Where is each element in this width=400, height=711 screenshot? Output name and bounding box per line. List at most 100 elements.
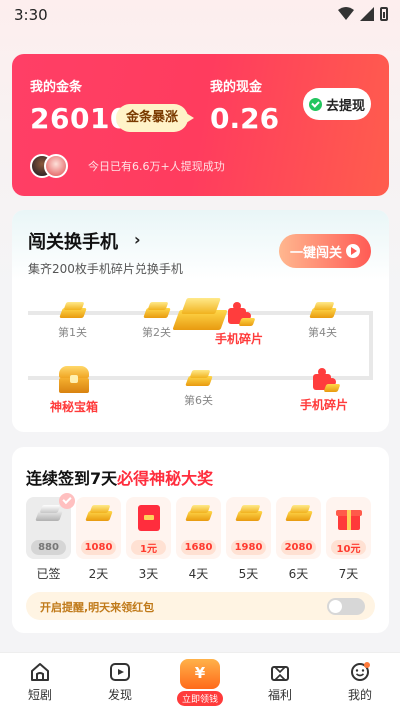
wallet-card: 我的金条 26010 金条暴涨 我的现金 0.26 去提现 今日已有6.6万+人… bbox=[12, 54, 389, 196]
gold-bar-icon bbox=[58, 302, 87, 320]
stage-4[interactable]: 第4关 bbox=[308, 302, 337, 340]
red-packet-icon bbox=[137, 505, 160, 531]
tab-welfare[interactable]: 福利 bbox=[240, 653, 320, 711]
gift-box-icon bbox=[335, 505, 362, 531]
gold-bar-icon bbox=[284, 505, 313, 523]
reminder-bar: 开启提醒,明天来领红包 bbox=[26, 592, 375, 620]
checkin-title-prefix: 连续签到7天 bbox=[26, 469, 118, 488]
status-bar: 3:30 bbox=[0, 0, 400, 30]
checkin-title-highlight: 必得神秘大奖 bbox=[117, 469, 214, 488]
reminder-toggle[interactable] bbox=[327, 598, 365, 615]
tab-label: 福利 bbox=[267, 688, 292, 702]
stage-7[interactable]: 手机碎片 bbox=[300, 368, 348, 413]
silver-bar-icon bbox=[34, 505, 63, 523]
withdraw-label: 去提现 bbox=[325, 98, 365, 114]
progress-track bbox=[369, 311, 373, 379]
checked-icon bbox=[59, 493, 75, 509]
reminder-text: 开启提醒,明天来领红包 bbox=[40, 601, 155, 614]
stage-label: 第6关 bbox=[184, 394, 213, 407]
day-label: 2天 bbox=[88, 567, 109, 581]
gift-box-icon bbox=[271, 666, 289, 681]
tab-label: 短剧 bbox=[27, 688, 52, 702]
stage-label: 神秘宝箱 bbox=[50, 400, 99, 414]
bottom-tab-bar: 短剧 发现 立即领钱 福利 我的 bbox=[0, 652, 400, 711]
gold-bar-icon bbox=[84, 505, 113, 523]
stage-label: 第4关 bbox=[308, 326, 337, 339]
checkin-day-5[interactable]: 1980 5天 bbox=[226, 497, 271, 582]
gold-surge-badge[interactable]: 金条暴涨 bbox=[116, 104, 195, 132]
checkin-day-6[interactable]: 2080 6天 bbox=[276, 497, 321, 582]
smile-icon bbox=[351, 662, 370, 681]
checkin-day-7[interactable]: 10元 7天 bbox=[326, 497, 371, 582]
stage-label: 第1关 bbox=[58, 326, 87, 339]
day-label: 已签 bbox=[36, 567, 61, 581]
status-time: 3:30 bbox=[14, 6, 48, 24]
challenge-card: 闯关换手机 › 集齐200枚手机碎片兑换手机 一键闯关 第1关 第2关 手机碎片… bbox=[12, 210, 389, 432]
gold-bar-icon bbox=[308, 302, 337, 320]
checkin-day-2[interactable]: 1080 2天 bbox=[76, 497, 121, 582]
avatar-group bbox=[30, 154, 80, 178]
checkin-card: 连续签到7天必得神秘大奖 880 已签 1080 2天 1元 3天 1680 4… bbox=[12, 447, 389, 633]
stage-2[interactable]: 第2关 bbox=[142, 302, 171, 340]
gold-bar-icon bbox=[184, 370, 213, 388]
stage-label: 手机碎片 bbox=[215, 332, 264, 346]
reward-amount: 880 bbox=[31, 540, 66, 555]
cash-label: 我的现金 bbox=[210, 80, 263, 95]
stage-label: 手机碎片 bbox=[300, 398, 349, 412]
stage-3[interactable]: 手机碎片 bbox=[215, 302, 263, 347]
day-label: 5天 bbox=[238, 567, 259, 581]
chevron-right-icon[interactable]: › bbox=[134, 230, 141, 249]
challenge-title[interactable]: 闯关换手机 bbox=[28, 228, 118, 254]
tab-label: 我的 bbox=[347, 688, 372, 702]
play-square-icon bbox=[110, 663, 130, 681]
stage-6[interactable]: 第6关 bbox=[184, 370, 213, 408]
coin-icon bbox=[180, 659, 220, 689]
avatar bbox=[44, 154, 68, 178]
stage-5[interactable]: 神秘宝箱 bbox=[50, 366, 98, 415]
play-icon bbox=[346, 244, 360, 258]
reward-amount: 1080 bbox=[81, 540, 116, 555]
reward-amount: 1元 bbox=[131, 540, 166, 555]
gold-value: 26010 bbox=[30, 102, 130, 135]
treasure-chest-icon bbox=[57, 366, 91, 394]
tab-short-drama[interactable]: 短剧 bbox=[0, 653, 80, 711]
reward-amount: 1980 bbox=[231, 540, 266, 555]
signal-icon bbox=[360, 7, 374, 21]
puzzle-piece-icon bbox=[311, 368, 341, 392]
checkin-day-3[interactable]: 1元 3天 bbox=[126, 497, 171, 582]
gold-label: 我的金条 bbox=[30, 80, 83, 95]
stage-label: 第2关 bbox=[142, 326, 171, 339]
tab-get-money[interactable]: 立即领钱 bbox=[160, 653, 240, 711]
wechat-check-icon bbox=[308, 97, 322, 111]
checkin-day-4[interactable]: 1680 4天 bbox=[176, 497, 221, 582]
reward-amount: 10元 bbox=[331, 540, 366, 555]
stage-1[interactable]: 第1关 bbox=[58, 302, 87, 340]
gold-bar-icon bbox=[142, 302, 171, 320]
day-label: 3天 bbox=[138, 567, 159, 581]
checkin-days: 880 已签 1080 2天 1元 3天 1680 4天 1980 5天 208… bbox=[26, 493, 371, 582]
wifi-icon bbox=[338, 7, 354, 20]
checkin-title: 连续签到7天必得神秘大奖 bbox=[26, 465, 213, 489]
tab-discover[interactable]: 发现 bbox=[80, 653, 160, 711]
home-icon bbox=[31, 663, 49, 681]
day-label: 4天 bbox=[188, 567, 209, 581]
reward-amount: 2080 bbox=[281, 540, 316, 555]
cash-value: 0.26 bbox=[210, 102, 280, 135]
one-key-label: 一键闯关 bbox=[289, 245, 342, 261]
tab-label: 发现 bbox=[107, 688, 132, 702]
puzzle-piece-icon bbox=[226, 302, 256, 326]
tab-me[interactable]: 我的 bbox=[320, 653, 400, 711]
checkin-day-1[interactable]: 880 已签 bbox=[26, 493, 75, 582]
day-label: 7天 bbox=[338, 567, 359, 581]
withdraw-button[interactable]: 去提现 bbox=[303, 88, 371, 120]
status-icons bbox=[338, 7, 388, 21]
day-label: 6天 bbox=[288, 567, 309, 581]
one-key-challenge-button[interactable]: 一键闯关 bbox=[279, 234, 371, 268]
battery-icon bbox=[380, 7, 388, 21]
withdraw-notice: 今日已有6.6万+人提现成功 bbox=[88, 160, 225, 173]
gold-bar-icon bbox=[234, 505, 263, 523]
challenge-subtitle: 集齐200枚手机碎片兑换手机 bbox=[28, 262, 183, 276]
gold-bar-icon bbox=[184, 505, 213, 523]
reward-amount: 1680 bbox=[181, 540, 216, 555]
tab-label: 立即领钱 bbox=[176, 691, 223, 706]
